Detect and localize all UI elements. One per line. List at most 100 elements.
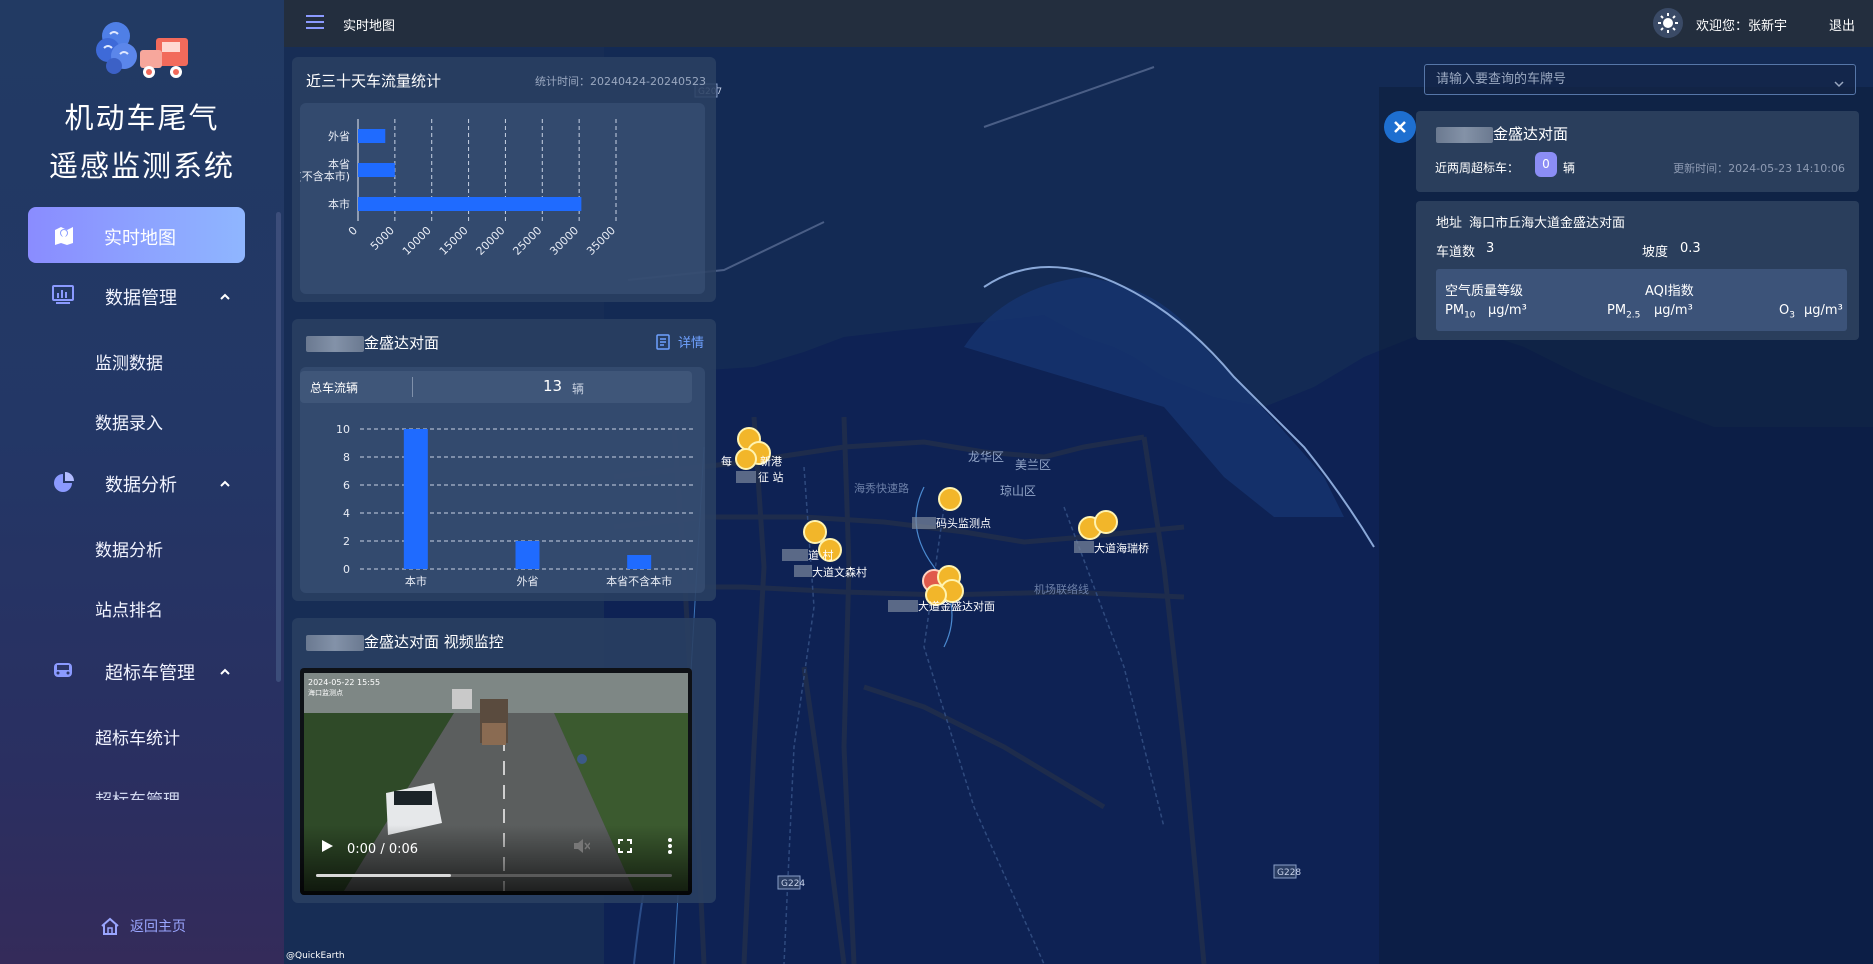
theme-toggle-button[interactable] [1653, 8, 1683, 38]
nav-item-over-manage[interactable]: 超标车管理 [95, 786, 180, 800]
lanes-value: 3 [1486, 241, 1495, 256]
svg-text:道 村: 道 村 [808, 548, 834, 562]
detail-link[interactable]: 详情 [656, 332, 704, 351]
station-detail-card: 地址 海口市丘海大道金盛达对面 车道数 3 坡度 0.3 空气质量等级 AQI指… [1416, 201, 1859, 340]
nav-item-station-rank[interactable]: 站点排名 [95, 596, 163, 621]
address-label: 地址 [1436, 216, 1463, 231]
plate-search-input[interactable] [1425, 65, 1825, 94]
video-time: 0:00 / 0:06 [347, 842, 419, 857]
chevron-up-icon [219, 662, 231, 681]
app-title-line1: 机动车尾气 [64, 101, 220, 135]
video-progress-bar[interactable] [316, 874, 672, 877]
svg-text:大道海瑞桥: 大道海瑞桥 [1094, 541, 1149, 555]
video-panel: 金盛达对面 视频监控 2024-05-22 15:55 海口监测点 0:00 /… [292, 618, 716, 903]
svg-text:G224: G224 [781, 879, 805, 889]
total-flow-row: 总车流辆 13 辆 [300, 371, 692, 403]
nav-item-analysis[interactable]: 数据分析 [95, 536, 163, 561]
station-name-text: 金盛达对面 [1493, 125, 1569, 143]
station-summary-card: 金盛达对面 近两周超标车： 0 辆 更新时间：2024-05-23 14:10:… [1416, 111, 1859, 192]
y-tick-label: (不含本市) [300, 169, 350, 183]
map-label-qiongshan: 琼山区 [1000, 483, 1036, 498]
svg-text:G228: G228 [1277, 868, 1301, 878]
svg-text:每: 每 [721, 454, 732, 468]
pm25-unit: μg/m³ [1654, 303, 1693, 318]
traffic-bar-chart: 0 5000 10000 15000 20000 25000 30000 35000 本市 本省(… [297, 119, 618, 258]
nav-group-label: 超标车管理 [105, 663, 195, 684]
air-quality-box: 空气质量等级 AQI指数 PM10 μg/m³ PM2.5 μg/m³ O3 μ… [1436, 269, 1847, 331]
nav-group-data-management[interactable]: 数据管理 [28, 277, 245, 317]
x-tick-label: 35000 [584, 224, 618, 258]
svg-text:码头监测点: 码头监测点 [936, 517, 991, 530]
o3-label: O3 [1779, 303, 1795, 321]
x-tick-label: 30000 [547, 224, 581, 258]
chart-board-icon [52, 285, 74, 309]
nav-item-data-entry[interactable]: 数据录入 [95, 409, 163, 434]
divider [412, 377, 413, 397]
y-tick-label: 0 [343, 563, 350, 576]
y-tick-label: 2 [343, 535, 350, 548]
video-title-text: 金盛达对面 视频监控 [364, 633, 504, 651]
nav-item-label: 实时地图 [104, 228, 176, 249]
nav-group-data-analysis[interactable]: 数据分析 [28, 464, 245, 504]
sidebar: 机动车尾气 遥感监测系统 实时地图 数据管理 监测数据 数据录入 数据分析 数据… [0, 0, 284, 964]
site-title-text: 金盛达对面 [364, 334, 440, 352]
o3-unit: μg/m³ [1804, 303, 1843, 318]
over-limit-label: 近两周超标车： [1435, 161, 1520, 175]
svg-text:征 站: 征 站 [758, 470, 784, 484]
over-limit-count: 0 [1535, 152, 1557, 177]
site-title: 金盛达对面 [306, 332, 439, 353]
mute-icon[interactable] [572, 838, 591, 858]
svg-text:大道金盛达对面: 大道金盛达对面 [918, 599, 995, 613]
svg-text:2024-05-22 15:55: 2024-05-22 15:55 [308, 678, 380, 687]
x-tick-label: 外省 [517, 575, 539, 588]
x-tick-label: 0 [346, 224, 360, 238]
map-label-meilan: 美兰区 [1015, 458, 1051, 472]
x-tick-label: 5000 [368, 224, 397, 253]
site-bar-chart: 0 2 4 6 8 10 本市 外省 本省不含本市 [336, 423, 695, 588]
video-title: 金盛达对面 视频监控 [306, 631, 504, 652]
close-icon [1394, 121, 1406, 133]
map-label-haixiu: 海秀快速路 [854, 481, 909, 495]
back-home-link[interactable]: 返回主页 [100, 916, 186, 936]
x-tick-label: 本省不含本市 [606, 574, 672, 588]
nav-item-over-stats[interactable]: 超标车统计 [95, 724, 180, 749]
welcome-text: 欢迎您：张新宇 [1696, 19, 1788, 34]
plate-search[interactable] [1424, 64, 1856, 95]
slope-label: 坡度 [1642, 245, 1669, 260]
bar [358, 163, 395, 177]
map-label-longhua: 龙华区 [968, 450, 1004, 464]
y-tick-label: 6 [343, 479, 350, 492]
lanes-label: 车道数 [1436, 245, 1476, 260]
bar [358, 129, 386, 143]
address-value: 海口市丘海大道金盛达对面 [1469, 216, 1626, 231]
pm10-unit: μg/m³ [1488, 303, 1527, 318]
fullscreen-icon[interactable] [618, 838, 632, 857]
menu-icon[interactable] [306, 14, 324, 34]
nav-item-realtime-map[interactable]: 实时地图 [28, 207, 245, 263]
pm10-label: PM10 [1445, 303, 1476, 321]
traffic-chart-box: 0 5000 10000 15000 20000 25000 30000 35000 本市 本省(… [297, 103, 705, 294]
aqi-label: AQI指数 [1645, 284, 1694, 299]
nav-item-monitor-data[interactable]: 监测数据 [95, 349, 163, 374]
sidebar-scrollbar[interactable] [276, 212, 281, 682]
more-options-icon[interactable] [667, 838, 673, 858]
play-icon[interactable] [320, 838, 334, 857]
breadcrumb: 实时地图 [343, 19, 396, 34]
x-tick-label: 20000 [474, 224, 508, 258]
chevron-up-icon [219, 287, 231, 306]
document-icon [656, 333, 670, 350]
traffic-stats-panel: 近三十天车流量统计 统计时间：20240424-20240523 0 5000 10… [292, 57, 716, 302]
logout-link[interactable]: 退出 [1829, 15, 1855, 34]
y-tick-label: 8 [343, 451, 350, 464]
bar [403, 429, 428, 569]
total-label: 总车流辆 [310, 381, 359, 395]
bar [627, 555, 652, 569]
close-info-button[interactable] [1384, 111, 1416, 143]
video-player[interactable]: 2024-05-22 15:55 海口监测点 0:00 / 0:06 [300, 668, 692, 895]
bar [358, 197, 582, 211]
station-name: 金盛达对面 [1436, 123, 1568, 144]
nav-group-over-limit[interactable]: 超标车管理 [28, 652, 245, 692]
aq-level-label: 空气质量等级 [1445, 284, 1524, 299]
map-pin-icon [53, 224, 75, 250]
chevron-up-icon [219, 474, 231, 493]
